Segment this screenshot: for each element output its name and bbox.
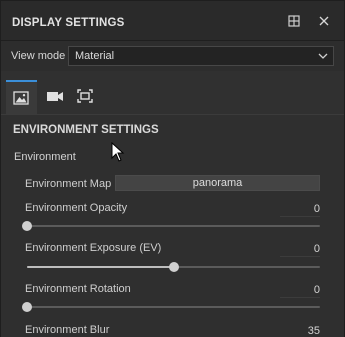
- section-title: ENVIRONMENT SETTINGS: [13, 124, 159, 136]
- frame-icon: [77, 89, 93, 103]
- environment-rotation-label: Environment Rotation: [25, 283, 131, 295]
- slider-thumb[interactable]: [22, 302, 32, 312]
- panel-title-bar: DISPLAY SETTINGS: [1, 1, 344, 41]
- slider-thumb[interactable]: [168, 262, 179, 272]
- tab-camera[interactable]: [39, 80, 70, 114]
- dock-icon[interactable]: [287, 14, 301, 28]
- environment-map-value: panorama: [192, 177, 243, 189]
- environment-opacity-slider[interactable]: [22, 221, 320, 231]
- environment-map-label: Environment Map: [25, 178, 112, 190]
- view-mode-label: View mode: [11, 50, 66, 62]
- panel-title: DISPLAY SETTINGS: [12, 17, 125, 29]
- video-camera-icon: [47, 92, 63, 101]
- view-mode-select[interactable]: Material: [68, 46, 334, 66]
- display-settings-panel: DISPLAY SETTINGS View mode Material ENVI…: [0, 0, 345, 337]
- settings-content: ENVIRONMENT SETTINGS Environment Environ…: [1, 114, 344, 337]
- environment-rotation-slider[interactable]: [22, 302, 320, 312]
- chevron-down-icon: [318, 53, 328, 59]
- view-mode-row: View mode Material: [1, 41, 344, 71]
- environment-blur-label: Environment Blur: [25, 324, 110, 336]
- tab-frame[interactable]: [70, 80, 101, 114]
- tab-image[interactable]: [6, 80, 37, 114]
- environment-map-field[interactable]: panorama: [115, 175, 320, 191]
- close-icon[interactable]: [317, 14, 331, 28]
- environment-exposure-label: Environment Exposure (EV): [25, 242, 162, 254]
- slider-thumb[interactable]: [22, 221, 32, 231]
- image-icon: [13, 91, 29, 105]
- environment-exposure-input[interactable]: 0: [280, 243, 320, 257]
- environment-blur-input[interactable]: 35: [280, 325, 320, 337]
- environment-opacity-label: Environment Opacity: [25, 202, 128, 214]
- settings-tabs: [1, 80, 344, 114]
- environment-group-label: Environment: [14, 151, 76, 163]
- environment-rotation-input[interactable]: 0: [280, 284, 320, 298]
- view-mode-value: Material: [75, 50, 115, 62]
- mouse-pointer-icon: [111, 142, 125, 162]
- slider-fill: [27, 266, 174, 268]
- environment-exposure-slider[interactable]: [27, 262, 320, 272]
- environment-opacity-input[interactable]: 0: [280, 203, 320, 217]
